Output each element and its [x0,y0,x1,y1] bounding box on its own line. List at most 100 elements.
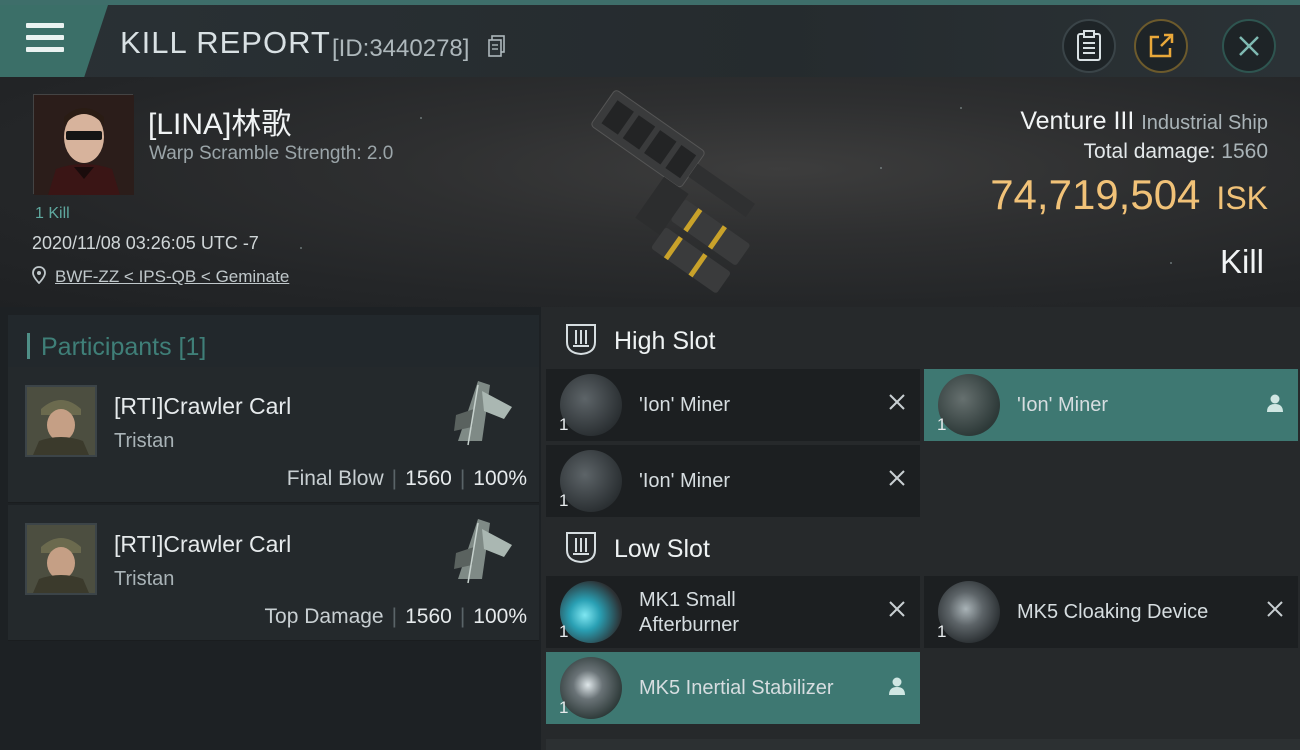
outcome-label: Kill [1219,243,1264,280]
low-slot-header: Low Slot [546,517,1300,575]
clipboard-button[interactable] [1062,19,1116,73]
destroyed-icon [889,601,905,617]
menu-icon [26,23,64,28]
participant-name[interactable]: [RTI]Crawler Carl [114,531,291,558]
afterburner-icon [560,581,622,643]
participant-role: Top Damage [264,605,384,628]
ion-miner-icon [560,450,622,512]
clipboard-icon [1077,30,1101,61]
participant-stats: Final Blow | 1560 | 100% [287,467,527,491]
module-name: MK1 Small Afterburner [639,588,739,638]
module-qty: 1 [937,415,947,434]
tristan-ship-icon [454,381,512,446]
high-slot-title: High Slot [614,327,716,355]
divider: | [459,467,466,490]
module-qty: 1 [559,698,569,717]
fitting-panel: High Slot 1 'Ion' Miner 1 'Ion' Miner 1 … [541,307,1300,750]
menu-button[interactable] [0,5,108,77]
module-item[interactable]: 1 MK5 Cloaking Device [924,576,1298,648]
module-name: 'Ion' Miner [1017,394,1109,416]
destroyed-icon [889,470,905,486]
module-qty: 1 [559,491,569,510]
participant-percent: 100% [473,467,527,490]
isk-unit: ISK [1216,180,1268,216]
victim-summary: [LINA]林歌 Warp Scramble Strength: 2.0 1 K… [0,77,1300,307]
destroyed-icon [1267,601,1283,617]
inertial-stabilizer-icon [560,657,622,719]
module-item[interactable]: 1 'Ion' Miner [546,445,920,517]
module-name-line: MK1 Small [639,589,736,611]
module-item[interactable]: 1 MK5 Inertial Stabilizer [546,652,920,724]
divider: | [459,605,466,628]
location-link[interactable]: BWF-ZZ < IPS-QB < Geminate [55,267,289,287]
report-id: [ID:3440278] [332,35,470,62]
location-pin-icon [32,266,46,284]
participant-portrait [27,525,95,593]
module-item[interactable]: 1 MK1 Small Afterburner [546,576,920,648]
ship-name-text: Venture III [1020,107,1135,135]
cloaking-device-icon [938,581,1000,643]
close-icon [1239,36,1259,56]
low-slot-title: Low Slot [614,535,710,563]
tristan-ship-icon [454,519,512,584]
total-damage: Total damage: 1560 [1084,140,1268,164]
high-slot-header: High Slot [546,309,1300,367]
total-damage-value: 1560 [1221,140,1268,163]
share-button[interactable] [1134,19,1188,73]
module-name: 'Ion' Miner [639,470,731,492]
menu-icon-bar [26,47,64,52]
ion-miner-icon [938,374,1000,436]
participant-damage: 1560 [405,605,452,628]
dropped-person-icon [1267,394,1283,412]
module-item[interactable]: 1 'Ion' Miner [546,369,920,441]
isk-value: 74,719,504 ISK [990,171,1268,219]
victim-avatar [34,95,134,195]
divider: | [391,467,398,490]
total-damage-label: Total damage: [1083,140,1216,163]
destroyed-icon [889,394,905,410]
participant-role: Final Blow [286,467,384,490]
participants-panel: Participants [1] [RTI]Crawler Carl Trist… [0,307,541,750]
low-slot-icon [566,532,596,564]
close-button[interactable] [1222,19,1276,73]
share-icon [1149,33,1174,58]
next-slot-header-partial [546,739,1300,750]
ion-miner-icon [560,374,622,436]
kills-tag: 1 Kill [35,205,70,222]
header-bar: KILL REPORT [ID:3440278] [0,5,1300,77]
high-slot-icon [566,324,596,356]
module-name: MK5 Inertial Stabilizer [639,677,834,699]
module-name-line: Afterburner [639,614,740,636]
module-qty: 1 [559,415,569,434]
isk-amount: 74,719,504 [990,171,1201,218]
divider: | [391,605,398,628]
participant-ship: Tristan [114,568,175,590]
menu-icon-bar [26,35,64,40]
participant-row[interactable]: [RTI]Crawler Carl Tristan Final Blow | 156… [8,367,539,503]
module-item[interactable]: 1 'Ion' Miner [924,369,1298,441]
participant-avatar [25,385,97,457]
warp-scramble-strength: Warp Scramble Strength: 2.0 [149,143,394,164]
ship-type: Venture III Industrial Ship [1020,107,1268,136]
section-marker [27,333,30,359]
participant-percent: 100% [473,605,527,628]
module-qty: 1 [559,622,569,641]
victim-name[interactable]: [LINA]林歌 [148,99,291,143]
module-name: 'Ion' Miner [639,394,731,416]
victim-portrait[interactable] [33,94,134,195]
page-title: KILL REPORT [120,25,331,60]
participant-damage: 1560 [405,467,452,490]
participant-ship: Tristan [114,430,175,452]
participant-stats: Top Damage | 1560 | 100% [265,605,527,629]
participant-avatar [25,523,97,595]
participant-name[interactable]: [RTI]Crawler Carl [114,393,291,420]
ship-render [591,90,755,293]
ship-class: Industrial Ship [1141,112,1268,134]
participant-portrait [27,387,95,455]
participants-label: Participants [1] [41,333,207,361]
participant-row[interactable]: [RTI]Crawler Carl Tristan Top Damage | 156… [8,505,539,641]
dropped-person-icon [889,677,905,695]
copy-icon[interactable] [488,35,506,57]
participants-header: Participants [1] [8,315,539,373]
kill-timestamp: 2020/11/08 03:26:05 UTC -7 [32,233,259,253]
